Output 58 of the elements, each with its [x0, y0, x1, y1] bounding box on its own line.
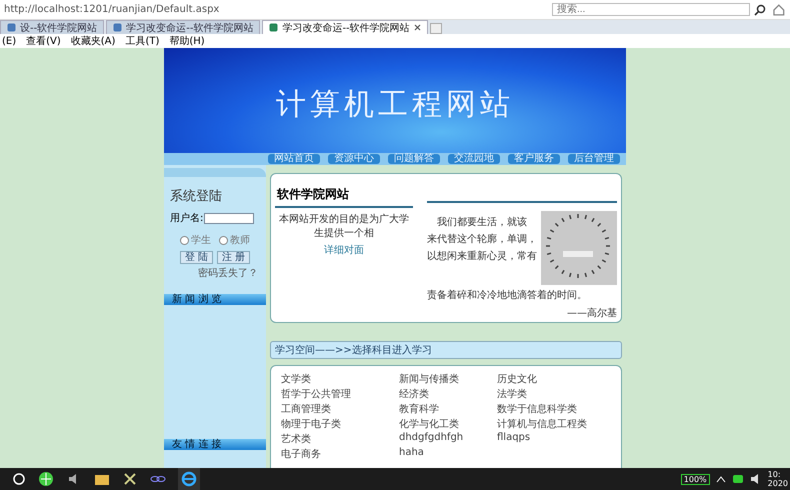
menu-item[interactable]: 帮助(H): [169, 34, 205, 48]
subject-link[interactable]: 新闻与传播类: [399, 372, 497, 386]
clock-text[interactable]: 2020: [768, 479, 788, 488]
close-icon[interactable]: [414, 24, 421, 31]
browser-tab[interactable]: 学习改变命运--软件学院网站: [262, 20, 428, 34]
menu-item[interactable]: 收藏夹(A): [70, 34, 116, 48]
forgot-password-link[interactable]: 密码丢失了？: [164, 264, 266, 280]
section-header: 学习空间——>>选择科目进入学习: [270, 341, 622, 359]
menu-item[interactable]: (E): [2, 36, 16, 46]
address-field[interactable]: http://localhost:1201/ruanjian/Default.aspx: [4, 4, 524, 15]
username-label: 用户名:: [170, 212, 204, 225]
intro-title: 软件学院网站: [275, 180, 413, 208]
chevron-up-icon[interactable]: [716, 475, 726, 483]
subject-link[interactable]: 哲学于公共管理: [281, 387, 399, 401]
quote-line: 责备着碎和冷冷地地滴答着的时间。: [427, 288, 588, 302]
page-icon[interactable]: [7, 23, 16, 32]
home-icon[interactable]: [772, 2, 786, 16]
browser-e-icon[interactable]: [178, 468, 200, 490]
subject-link[interactable]: 电子商务: [281, 447, 399, 461]
sidebar-header: 友 情 连 接: [164, 439, 266, 450]
quote-line: 以想闲来重新心灵，常有: [427, 250, 537, 263]
browser-tab[interactable]: 设--软件学院网站: [0, 20, 104, 34]
subject-link[interactable]: 数学于信息科学类: [497, 402, 607, 416]
intro-text: 本网站开发的目的是为广大学生提供一个相: [278, 212, 410, 240]
login-button[interactable]: 登 陆: [180, 251, 213, 264]
page-icon[interactable]: [269, 23, 278, 32]
subject-link[interactable]: 教育科学: [399, 402, 497, 416]
battery-indicator[interactable]: 100%: [680, 474, 710, 484]
login-button[interactable]: 注 册: [217, 251, 250, 264]
network-icon[interactable]: [732, 473, 744, 485]
subject-link[interactable]: 计算机与信息工程类: [497, 417, 607, 431]
subject-link[interactable]: dhdgfgdhfgh: [399, 432, 497, 446]
menu-item[interactable]: 工具(T): [125, 34, 160, 48]
subject-link[interactable]: 经济类: [399, 387, 497, 401]
subject-link[interactable]: 物理于电子类: [281, 417, 399, 431]
quote-author: ——高尔基: [566, 306, 617, 320]
clock-text[interactable]: 10:: [768, 470, 788, 479]
browser-tab[interactable]: 学习改变命运--软件学院网站: [106, 20, 260, 34]
search-icon[interactable]: [754, 4, 766, 16]
search-icon[interactable]: [12, 472, 26, 486]
subject-link[interactable]: fllaqps: [497, 432, 607, 446]
subject-link[interactable]: 艺术类: [281, 432, 399, 446]
detail-link[interactable]: 详细对面: [275, 243, 413, 257]
subject-link[interactable]: 工商管理类: [281, 402, 399, 416]
subject-link[interactable]: 文学类: [281, 372, 399, 386]
search-field[interactable]: 搜索...: [552, 3, 750, 16]
sidebar-header: 新 闻 浏 览: [164, 294, 266, 305]
subject-link[interactable]: 历史文化: [497, 372, 607, 386]
quote-line: 来代替这个轮廓，单调，: [427, 232, 537, 246]
subject-link[interactable]: 化学与化工类: [399, 417, 497, 431]
page-icon[interactable]: [113, 23, 122, 32]
username-field[interactable]: [204, 212, 254, 224]
subject-link[interactable]: 法学类: [497, 387, 607, 401]
subject-link[interactable]: haha: [399, 447, 497, 461]
menu-item[interactable]: 查看(V): [26, 34, 61, 48]
site-title: 计算机工程网站: [276, 86, 514, 124]
quote-line: 我们都要生活，就该: [436, 216, 528, 229]
login-title: 系统登陆: [169, 188, 223, 206]
